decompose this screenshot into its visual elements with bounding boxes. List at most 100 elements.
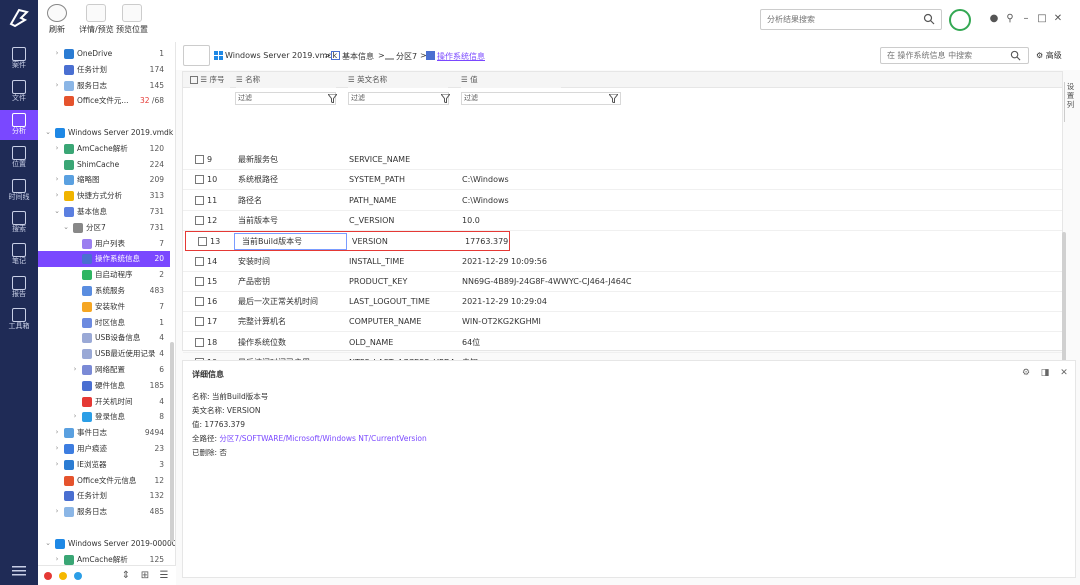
row-checkbox[interactable] [195, 215, 204, 225]
tree-item[interactable]: USB最近使用记录 4 [38, 346, 170, 362]
row-checkbox[interactable] [195, 195, 204, 205]
tree-item[interactable]: › 事件日志 9494 [38, 425, 170, 441]
preview-position-button[interactable]: 预览位置 [116, 4, 148, 35]
tree-item[interactable]: 开关机时间 4 [38, 394, 170, 410]
tree-item[interactable]: › 快捷方式分析 313 [38, 188, 170, 204]
filter-icon[interactable] [609, 94, 618, 103]
navigation-icon[interactable] [949, 9, 971, 31]
tree-item[interactable]: 自启动程序 2 [38, 267, 170, 283]
nav-item-3[interactable]: 位置 [0, 143, 38, 173]
tree-item[interactable]: › 缩略图 209 [38, 172, 170, 188]
filter-icon[interactable] [441, 94, 450, 103]
row-checkbox[interactable] [198, 237, 207, 247]
table-scrollbar[interactable] [1062, 232, 1066, 372]
nav-item-6[interactable]: 笔记 [0, 240, 38, 270]
row-checkbox[interactable] [195, 256, 204, 266]
maximize-icon[interactable]: □ [1036, 13, 1048, 25]
results-search-input[interactable] [760, 9, 942, 30]
row-name-cell-editing[interactable]: 当前Build版本号 [234, 233, 347, 251]
tree-item[interactable]: 任务计划 132 [38, 488, 170, 504]
expand-icon[interactable]: › [53, 552, 61, 565]
col-header-value[interactable]: ☰ 值 [461, 72, 561, 88]
table-search-input[interactable] [880, 47, 1029, 64]
row-checkbox[interactable] [195, 155, 204, 164]
expand-icon[interactable]: › [53, 441, 61, 457]
table-row[interactable]: 16 最后一次正常关机时间 LAST_LOGOUT_TIME 2021-12-29 1… [183, 292, 1062, 313]
table-row[interactable]: 15 产品密钥 PRODUCT_KEY NN69G-4B89J-24G8F-4WWYC… [183, 272, 1062, 292]
breadcrumb-basic-info[interactable]: 基本信息 [342, 51, 374, 62]
expand-icon[interactable]: › [53, 46, 61, 62]
col-header-en[interactable]: ☰ 英文名称 [348, 72, 448, 88]
tree-item[interactable]: 安装软件 7 [38, 299, 170, 315]
col-header-no[interactable]: ☰ 序号 [190, 72, 230, 88]
tree-item[interactable]: › IE浏览器 3 [38, 457, 170, 473]
expand-icon[interactable]: › [71, 362, 79, 378]
table-row[interactable]: 13 当前Build版本号 VERSION 17763.379 [185, 231, 510, 252]
advanced-search-button[interactable]: ⚙ 高级 [1036, 50, 1062, 61]
close-icon[interactable]: ✕ [1052, 13, 1064, 25]
tree-item[interactable]: 系统服务 483 [38, 283, 170, 299]
settings-columns-button[interactable]: 设置列 [1064, 82, 1076, 122]
tree-item[interactable]: 任务计划 174 [38, 62, 170, 78]
row-checkbox[interactable] [195, 337, 204, 347]
nav-item-5[interactable]: 搜索 [0, 208, 38, 238]
tree-item[interactable]: USB设备信息 4 [38, 330, 170, 346]
tree-item[interactable]: ⌄ 分区7 731 [38, 220, 170, 236]
blue-dot-icon[interactable] [74, 572, 82, 580]
table-row[interactable]: 14 安装时间 INSTALL_TIME 2021-12-29 10:09:56 [183, 252, 1062, 272]
search-icon[interactable] [923, 13, 935, 25]
collapse-icon[interactable]: ⌄ [44, 536, 52, 552]
tree-item[interactable]: › AmCache解析 125 [38, 552, 170, 565]
gear-icon[interactable]: ⚙ [1021, 368, 1031, 378]
expand-icon[interactable]: › [53, 425, 61, 441]
expand-icon[interactable]: › [53, 141, 61, 157]
tree-item[interactable]: › 用户痕迹 23 [38, 441, 170, 457]
row-checkbox[interactable] [195, 175, 204, 185]
nav-item-0[interactable]: 案件 [0, 44, 38, 74]
expand-icon[interactable]: › [71, 409, 79, 425]
collapse-icon[interactable]: ⇕ [120, 570, 132, 582]
tree-item[interactable]: Office文件元... 32 /68 [38, 93, 170, 109]
nav-item-8[interactable]: 工具箱 [0, 305, 38, 335]
tree-item[interactable]: › OneDrive 1 [38, 46, 170, 62]
breadcrumb-vmdk[interactable]: Windows Server 2019.vmdk [225, 51, 337, 60]
table-row[interactable]: 12 当前版本号 C_VERSION 10.0 [183, 211, 1062, 231]
tree-item[interactable]: 用户列表 7 [38, 236, 170, 252]
close-icon[interactable]: ✕ [1059, 368, 1069, 378]
nav-item-1[interactable]: 文件 [0, 77, 38, 107]
table-row[interactable]: 11 路径名 PATH_NAME C:\Windows [183, 191, 1062, 211]
expand-icon[interactable]: › [53, 457, 61, 473]
row-checkbox[interactable] [195, 276, 204, 286]
filter-icon[interactable] [328, 94, 337, 103]
list-view-icon[interactable]: ☰ [158, 570, 170, 582]
tree-item[interactable]: Office文件元信息 12 [38, 473, 170, 489]
nav-item-4[interactable]: 时间线 [0, 176, 38, 206]
search-icon[interactable] [1010, 50, 1021, 61]
row-checkbox[interactable] [195, 317, 204, 327]
tree-item[interactable]: ⌄ Windows Server 2019-00000... [38, 536, 175, 552]
grid-view-icon[interactable]: ⊞ [139, 570, 151, 582]
col-header-name[interactable]: ☰ 名称 [236, 72, 336, 88]
tree-item[interactable]: › 服务日志 145 [38, 78, 170, 94]
tree-item[interactable]: 硬件信息 185 [38, 378, 170, 394]
detail-path-link[interactable]: 分区7/SOFTWARE/Microsoft/Windows NT/Curren… [219, 434, 426, 443]
nav-item-2[interactable]: 分析 [0, 110, 38, 140]
filter-name-input[interactable]: 过滤 [235, 92, 336, 105]
tree-item[interactable]: 操作系统信息 20 [38, 251, 170, 268]
hamburger-menu-icon[interactable] [12, 565, 26, 577]
user-icon[interactable]: ● [988, 13, 1000, 25]
row-checkbox[interactable] [195, 297, 204, 307]
collapse-icon[interactable]: ⌄ [62, 220, 70, 236]
panel-layout-icon[interactable]: ◨ [1040, 368, 1050, 378]
tree-item[interactable]: › 登录信息 8 [38, 409, 170, 425]
table-row[interactable]: 10 系统根路径 SYSTEM_PATH C:\Windows [183, 170, 1062, 191]
pin-icon[interactable]: ⚲ [1004, 13, 1016, 25]
expand-icon[interactable]: › [53, 172, 61, 188]
minimize-icon[interactable]: – [1020, 13, 1032, 25]
tree-item[interactable]: ShimCache 224 [38, 157, 170, 173]
expand-icon[interactable]: › [53, 188, 61, 204]
tree-item[interactable]: ⌄ 基本信息 731 [38, 204, 170, 220]
breadcrumb-os-info[interactable]: 操作系统信息 [437, 51, 485, 62]
tree-item[interactable]: 时区信息 1 [38, 315, 170, 331]
table-row[interactable]: 9 最新服务包 SERVICE_NAME [183, 150, 1062, 170]
